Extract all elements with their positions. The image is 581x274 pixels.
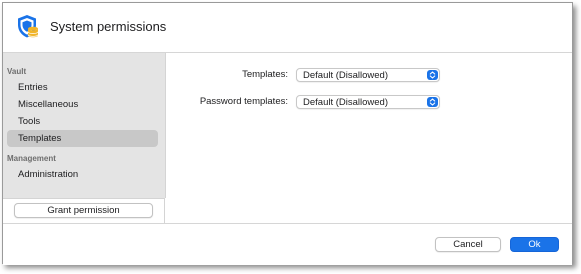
form-row-templates: Templates: Default (Disallowed) (166, 68, 566, 82)
sidebar-item-entries[interactable]: Entries (7, 79, 158, 96)
window-title: System permissions (50, 19, 167, 34)
templates-select[interactable]: Default (Disallowed) (296, 68, 440, 82)
sidebar-item-miscellaneous[interactable]: Miscellaneous (7, 96, 158, 113)
grant-permission-button[interactable]: Grant permission (14, 203, 153, 218)
sidebar-item-templates[interactable]: Templates (7, 130, 158, 147)
templates-label: Templates: (242, 69, 288, 80)
sidebar-section-header-management: Management (7, 154, 56, 163)
sidebar-item-administration[interactable]: Administration (7, 166, 158, 183)
updown-chevron-icon (427, 97, 438, 107)
password-templates-label: Password templates: (199, 96, 288, 107)
sidebar-footer: Grant permission (3, 198, 165, 223)
sidebar: Vault Entries Miscellaneous Tools Templa… (3, 53, 166, 198)
sidebar-item-tools[interactable]: Tools (7, 113, 158, 130)
password-templates-select-value: Default (Disallowed) (303, 97, 389, 108)
password-templates-select[interactable]: Default (Disallowed) (296, 95, 440, 109)
ok-button[interactable]: Ok (510, 237, 559, 252)
templates-select-value: Default (Disallowed) (303, 70, 389, 81)
permissions-form: Templates: Default (Disallowed) Password… (166, 53, 572, 223)
shield-database-icon (18, 15, 39, 38)
updown-chevron-icon (427, 70, 438, 80)
cancel-button[interactable]: Cancel (435, 237, 501, 252)
form-row-password-templates: Password templates: Default (Disallowed) (166, 95, 566, 109)
dialog-window: System permissions Vault Entries Miscell… (2, 2, 573, 265)
titlebar: System permissions (3, 3, 572, 53)
dialog-footer: Cancel Ok (3, 223, 572, 265)
sidebar-section-header-vault: Vault (7, 67, 27, 76)
